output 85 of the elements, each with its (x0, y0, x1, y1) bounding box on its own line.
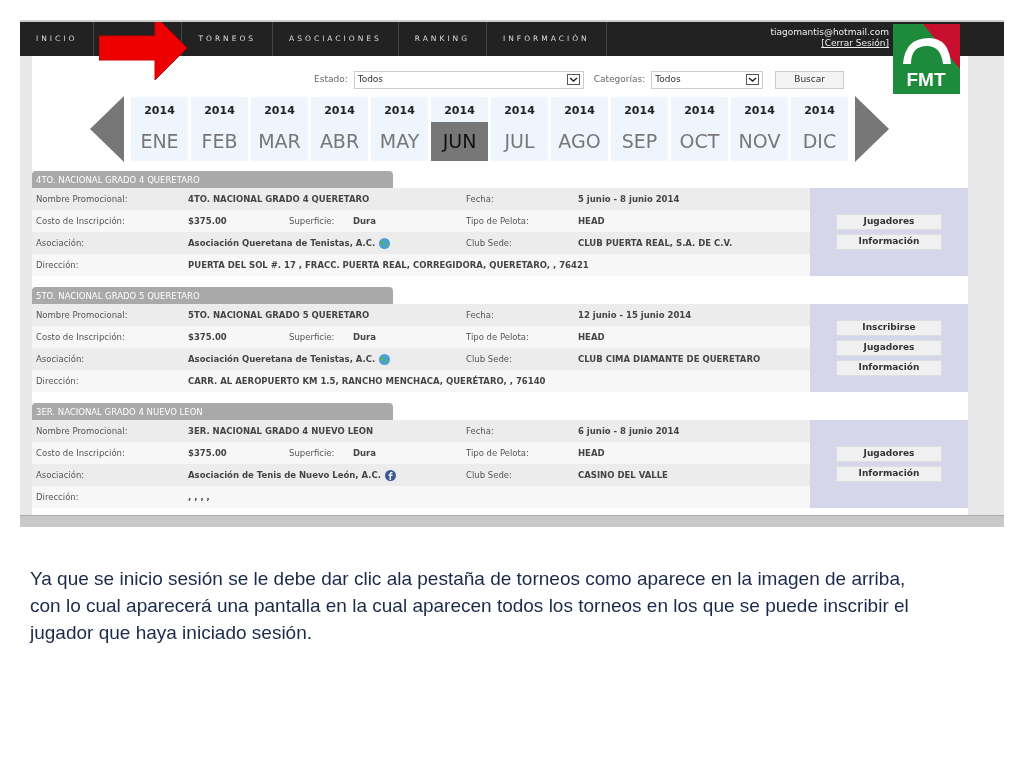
month-tab[interactable]: 2014 ENE (131, 97, 188, 161)
field-value: Dura (353, 446, 377, 460)
arrow-icon (99, 22, 189, 82)
field-label: Club Sede: (466, 352, 513, 366)
month-tab[interactable]: 2014 JUL (491, 97, 548, 161)
field-label: Dirección: (36, 374, 80, 388)
field-value: $375.00 (188, 330, 228, 344)
action-button[interactable]: Información (836, 360, 942, 376)
month-tab[interactable]: 2014 ABR (311, 97, 368, 161)
field-value: CARR. AL AEROPUERTO KM 1.5, RANCHO MENCHACA, QUERÉTARO, , 76140 (188, 374, 546, 388)
field-label: Superficie: (289, 446, 336, 460)
month-tab[interactable]: 2014 AGO (551, 97, 608, 161)
action-button[interactable]: Jugadores (836, 214, 942, 230)
globe-icon[interactable] (379, 237, 391, 249)
field-value: Dura (353, 330, 377, 344)
dropdown-icon[interactable] (746, 74, 760, 86)
facebook-icon[interactable] (384, 469, 396, 481)
field-label: Dirección: (36, 258, 80, 272)
field-label: Club Sede: (466, 236, 513, 250)
field-label: Dirección: (36, 490, 80, 504)
field-label: Club Sede: (466, 468, 513, 482)
field-value: PUERTA DEL SOL #. 17 , FRACC. PUERTA REAL, CORREGIDORA, QUERETARO, , 76421 (188, 258, 589, 272)
field-value: Asociación de Tenis de Nuevo León, A.C. (188, 468, 381, 482)
user-email: tiagomantis@hotmail.com (770, 27, 889, 38)
field-label: Asociación: (36, 236, 86, 250)
filter-label: Categorías: (593, 73, 646, 87)
action-button[interactable]: Jugadores (836, 446, 942, 462)
month-tab[interactable]: 2014 SEP (611, 97, 668, 161)
field-value: CLUB PUERTA REAL, S.A. DE C.V. (578, 236, 733, 250)
field-label: Costo de Inscripción: (36, 214, 126, 228)
logout-link[interactable]: [Cerrar Sesión] (821, 38, 889, 48)
month-tab[interactable]: 2014 DIC (791, 97, 848, 161)
field-value: 4TO. NACIONAL GRADO 4 QUERETARO (188, 192, 370, 206)
field-value: 3ER. NACIONAL GRADO 4 NUEVO LEON (188, 424, 374, 438)
field-value: $375.00 (188, 446, 228, 460)
month-tab[interactable]: 2014 MAR (251, 97, 308, 161)
field-value: Asociación Queretana de Tenistas, A.C. (188, 236, 376, 250)
field-label: Fecha: (466, 308, 495, 322)
month-tab[interactable]: 2014 OCT (671, 97, 728, 161)
select-field[interactable]: Todos (353, 71, 584, 89)
field-label: Nombre Promocional: (36, 424, 129, 438)
field-value: CLUB CIMA DIAMANTE DE QUERETARO (578, 352, 761, 366)
field-label: Fecha: (466, 192, 495, 206)
month-tab[interactable]: 2014 JUN (431, 97, 488, 161)
action-button[interactable]: Información (836, 234, 942, 250)
field-value: 6 junio - 8 junio 2014 (578, 424, 680, 438)
action-button[interactable]: Información (836, 466, 942, 482)
field-label: Asociación: (36, 352, 86, 366)
field-label: Superficie: (289, 330, 336, 344)
field-label: Costo de Inscripción: (36, 330, 126, 344)
dropdown-icon[interactable] (566, 74, 580, 86)
logo: FMT (893, 24, 960, 94)
field-label: Superficie: (289, 214, 336, 228)
search-button[interactable]: Buscar (775, 71, 844, 89)
action-button[interactable]: Inscribirse (836, 320, 942, 336)
field-value: , , , , (188, 490, 210, 504)
field-label: Fecha: (466, 424, 495, 438)
field-value: 12 junio - 15 junio 2014 (578, 308, 692, 322)
field-label: Nombre Promocional: (36, 192, 129, 206)
caption-text: Ya que se inicio sesión se le debe dar clic ala pestaña de torneos como aparece en la imagen de arriba, con lo cual aparecerá una pantalla en la cual aparecen todos los torneos en los que se puede inscribir el jugador que haya iniciado sesión. (30, 567, 910, 645)
field-value: $375.00 (188, 214, 228, 228)
action-button[interactable]: Jugadores (836, 340, 942, 356)
field-label: Costo de Inscripción: (36, 446, 126, 460)
tournament-title: 4TO. NACIONAL GRADO 4 QUERETARO (32, 171, 393, 188)
field-value: HEAD (578, 446, 605, 460)
field-label: Nombre Promocional: (36, 308, 129, 322)
field-value: Dura (353, 214, 377, 228)
field-label: Tipo de Pelota: (466, 446, 530, 460)
field-label: Tipo de Pelota: (466, 330, 530, 344)
field-value: 5 junio - 8 junio 2014 (578, 192, 680, 206)
month-tab[interactable]: 2014 NOV (731, 97, 788, 161)
globe-icon[interactable] (379, 353, 391, 365)
select-field[interactable]: Todos (651, 71, 764, 89)
filter-label: Estado: (314, 73, 348, 87)
month-tab[interactable]: 2014 MAY (371, 97, 428, 161)
field-value: HEAD (578, 330, 605, 344)
tournament-title: 5TO. NACIONAL GRADO 5 QUERETARO (32, 287, 393, 304)
field-label: Asociación: (36, 468, 86, 482)
field-value: HEAD (578, 214, 605, 228)
field-value: CASINO DEL VALLE (578, 468, 668, 482)
tournament-title: 3ER. NACIONAL GRADO 4 NUEVO LEON (32, 403, 393, 420)
month-tab[interactable]: 2014 FEB (191, 97, 248, 161)
field-label: Tipo de Pelota: (466, 214, 530, 228)
field-value: Asociación Queretana de Tenistas, A.C. (188, 352, 376, 366)
field-value: 5TO. NACIONAL GRADO 5 QUERETARO (188, 308, 370, 322)
